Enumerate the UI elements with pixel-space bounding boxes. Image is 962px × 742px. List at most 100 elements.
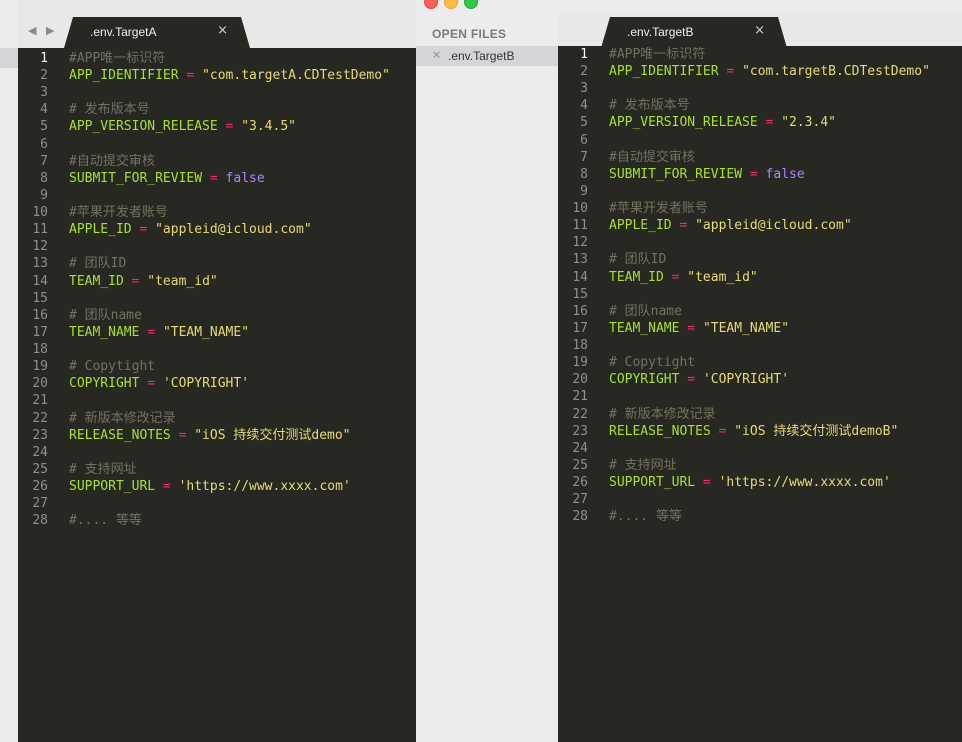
code-line[interactable]: 22 # 新版本修改记录 [18,410,416,427]
code-text: # 团队name [609,303,682,320]
code-token-str: "2.3.4" [781,115,836,131]
code-line[interactable]: 19 # Copytight [558,354,962,371]
line-number: 11 [32,222,48,238]
line-number: 26 [32,479,48,494]
code-line[interactable]: 8 SUBMIT_FOR_REVIEW = false [558,166,962,183]
line-number: 14 [572,269,588,285]
code-line[interactable]: 2 APP_IDENTIFIER = "com.targetB.CDTestDem… [558,63,962,80]
sidebar-item-env-targetb[interactable]: × .env.TargetB [416,46,558,66]
code-line[interactable]: 26 SUPPORT_URL = 'https://www.xxxx.com' [558,474,962,491]
left-editor-window: ◀ ▶ .env.TargetA × 1 #APP唯一标识符 2 APP_IDENTI… [0,0,416,742]
code-line[interactable]: 15 [18,290,416,307]
code-line[interactable]: 26 SUPPORT_URL = 'https://www.xxxx.com' [18,478,416,495]
close-icon[interactable]: × [217,23,228,38]
code-line[interactable]: 18 [558,337,962,354]
code-line[interactable]: 23 RELEASE_NOTES = "iOS 持续交付测试demo" [18,427,416,444]
code-line[interactable]: 4 # 发布版本号 [18,101,416,118]
code-text: APP_VERSION_RELEASE = "2.3.4" [609,114,836,131]
code-token-comment: # 支持网址 [609,457,677,473]
code-line[interactable]: 11 APPLE_ID = "appleid@icloud.com" [18,221,416,238]
code-line[interactable]: 1 #APP唯一标识符 [18,50,416,67]
code-line[interactable]: 18 [18,341,416,358]
code-line[interactable]: 28 #.... 等等 [558,508,962,525]
code-line[interactable]: 12 [558,234,962,251]
code-line[interactable]: 5 APP_VERSION_RELEASE = "2.3.4" [558,114,962,131]
code-token-comment: # 团队name [69,307,142,323]
code-line[interactable]: 23 RELEASE_NOTES = "iOS 持续交付测试demoB" [558,423,962,440]
code-line[interactable]: 24 [558,440,962,457]
code-line[interactable]: 27 [18,495,416,512]
code-line[interactable]: 7 #自动提交审核 [558,149,962,166]
code-line[interactable]: 13 # 团队ID [558,251,962,268]
code-text: RELEASE_NOTES = "iOS 持续交付测试demoB" [609,423,898,440]
code-line[interactable]: 16 # 团队name [558,303,962,320]
code-line[interactable]: 24 [18,444,416,461]
code-line[interactable]: 25 # 支持网址 [18,461,416,478]
code-line[interactable]: 21 [558,388,962,405]
code-line[interactable]: 8 SUBMIT_FOR_REVIEW = false [18,170,416,187]
code-line[interactable]: 15 [558,286,962,303]
code-token-op: = [147,376,156,392]
tab-nav-arrows-icon[interactable]: ◀ ▶ [28,24,57,37]
code-token-key: COPYRIGHT [69,376,140,392]
line-number: 9 [580,183,588,199]
code-text: TEAM_ID = "team_id" [609,269,758,286]
code-line[interactable]: 21 [18,392,416,409]
code-line[interactable]: 27 [558,491,962,508]
minimize-window-button[interactable] [444,0,458,9]
code-line[interactable]: 12 [18,238,416,255]
code-line[interactable]: 7 #自动提交审核 [18,153,416,170]
code-token-comment: #自动提交审核 [69,153,155,169]
code-line[interactable]: 17 TEAM_NAME = "TEAM_NAME" [18,324,416,341]
code-line[interactable]: 3 [558,80,962,97]
code-line[interactable]: 4 # 发布版本号 [558,97,962,114]
code-token-op: = [209,170,218,186]
code-line[interactable]: 9 [558,183,962,200]
line-number: 23 [32,427,48,443]
code-token-key: SUBMIT_FOR_REVIEW [69,170,203,186]
code-line[interactable]: 10 #苹果开发者账号 [558,200,962,217]
code-token-op: = [147,324,156,340]
code-line[interactable]: 19 # Copytight [18,358,416,375]
code-line[interactable]: 16 # 团队name [18,307,416,324]
code-editor-right[interactable]: 1 #APP唯一标识符 2 APP_IDENTIFIER = "com.targetB… [558,46,962,742]
code-line[interactable]: 20 COPYRIGHT = 'COPYRIGHT' [18,375,416,392]
code-line[interactable]: 22 # 新版本修改记录 [558,406,962,423]
code-line[interactable]: 13 # 团队ID [18,255,416,272]
close-icon[interactable]: × [754,23,765,38]
line-number: 25 [572,457,588,473]
line-number: 22 [572,406,588,422]
line-number: 15 [572,286,588,302]
code-line[interactable]: 6 [558,132,962,149]
code-editor-left[interactable]: 1 #APP唯一标识符 2 APP_IDENTIFIER = "com.targetA… [18,48,416,742]
code-line[interactable]: 28 #.... 等等 [18,512,416,529]
tab-env-targeta[interactable]: .env.TargetA × [64,17,250,48]
line-number: 10 [32,205,48,221]
close-icon[interactable]: × [432,48,441,61]
tab-env-targetb[interactable]: .env.TargetB × [601,17,787,48]
close-window-button[interactable] [424,0,438,9]
code-line[interactable]: 6 [18,136,416,153]
zoom-window-button[interactable] [464,0,478,9]
code-line[interactable]: 11 APPLE_ID = "appleid@icloud.com" [558,217,962,234]
code-line[interactable]: 3 [18,84,416,101]
code-line[interactable]: 5 APP_VERSION_RELEASE = "3.4.5" [18,118,416,135]
code-line[interactable]: 10 #苹果开发者账号 [18,204,416,221]
code-line[interactable]: 17 TEAM_NAME = "TEAM_NAME" [558,320,962,337]
code-line[interactable]: 14 TEAM_ID = "team_id" [18,273,416,290]
code-line[interactable]: 20 COPYRIGHT = 'COPYRIGHT' [558,371,962,388]
code-token-key: APP_IDENTIFIER [69,68,179,84]
open-files-heading: OPEN FILES [432,27,507,41]
code-line[interactable]: 9 [18,187,416,204]
code-line[interactable]: 2 APP_IDENTIFIER = "com.targetA.CDTestDem… [18,67,416,84]
line-number: 1 [580,47,588,62]
code-line[interactable]: 14 TEAM_ID = "team_id" [558,269,962,286]
code-line[interactable]: 25 # 支持网址 [558,457,962,474]
code-line[interactable]: 1 #APP唯一标识符 [558,46,962,63]
